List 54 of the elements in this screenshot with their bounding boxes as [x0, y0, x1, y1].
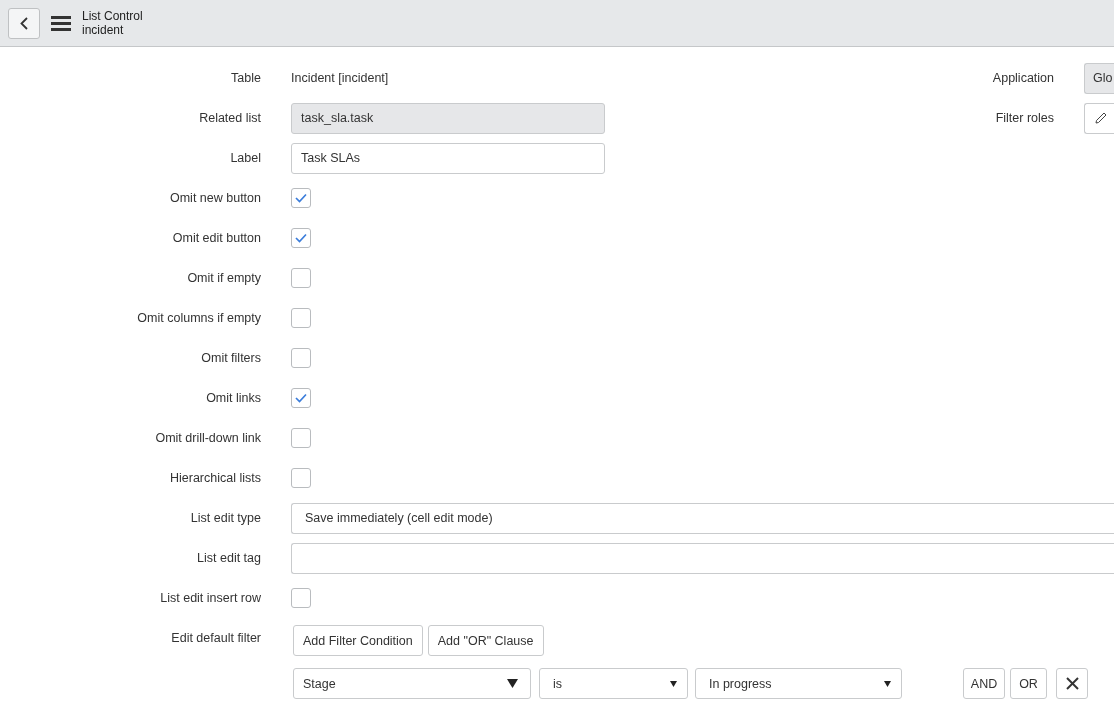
caret-icon [670, 680, 677, 687]
input-field[interactable] [291, 542, 1114, 574]
readonly-field: Glo [1084, 62, 1114, 94]
caret-icon [884, 680, 891, 687]
page-title: List Control [82, 9, 143, 23]
field-value: Incident [incident] [291, 71, 389, 85]
checkbox[interactable] [291, 268, 311, 288]
field-label: Omit edit button [172, 231, 261, 245]
field-label: Filter roles [995, 111, 1054, 125]
checkbox[interactable] [291, 388, 311, 408]
field-label: Omit filters [201, 351, 261, 365]
field-label: Edit default filter [171, 630, 261, 647]
checkbox[interactable] [291, 348, 311, 368]
checkmark-icon [295, 393, 307, 403]
checkbox[interactable] [291, 468, 311, 488]
checkbox[interactable] [291, 588, 311, 608]
select-field[interactable]: Stage [293, 668, 531, 699]
field-label: Related list [199, 111, 261, 125]
logic-button[interactable]: OR [1010, 668, 1047, 699]
close-icon [1065, 677, 1079, 690]
field-label: List edit tag [197, 551, 261, 565]
field-label: Label [230, 151, 261, 165]
field-label: Omit if empty [187, 271, 261, 285]
checkbox[interactable] [291, 188, 311, 208]
filter-button[interactable]: Add Filter Condition [293, 625, 423, 656]
field-label: Table [231, 71, 261, 85]
checkmark-icon [295, 193, 307, 203]
field-label: List edit insert row [160, 591, 261, 605]
caret-icon [507, 679, 518, 688]
select-field[interactable]: is [539, 668, 688, 699]
remove-button[interactable] [1056, 668, 1088, 699]
checkbox[interactable] [291, 428, 311, 448]
field-label: Application [992, 71, 1054, 85]
filter-button[interactable]: Add "OR" Clause [427, 625, 544, 656]
checkmark-icon [295, 233, 307, 243]
field-label: List edit type [190, 511, 261, 525]
readonly-field: task_sla.task [291, 102, 605, 134]
select-field[interactable]: Save immediately (cell edit mode) [291, 502, 1114, 534]
back-button[interactable] [8, 7, 40, 39]
page-subtitle: incident [82, 23, 125, 37]
chevron-left-icon [20, 16, 28, 30]
pencil-icon [1095, 112, 1107, 124]
checkbox[interactable] [291, 308, 311, 328]
input-field[interactable]: Task SLAs [291, 142, 605, 174]
select-field[interactable]: In progress [695, 668, 902, 699]
field-label: Hierarchical lists [170, 471, 261, 485]
field-label: Omit new button [170, 191, 261, 205]
checkbox[interactable] [291, 228, 311, 248]
field-label: Omit drill-down link [155, 431, 261, 445]
menu-icon[interactable] [51, 15, 71, 31]
logic-button[interactable]: AND [963, 668, 1005, 699]
field-label: Omit columns if empty [137, 311, 261, 325]
edit-button[interactable] [1084, 102, 1114, 134]
field-label: Omit links [206, 391, 261, 405]
